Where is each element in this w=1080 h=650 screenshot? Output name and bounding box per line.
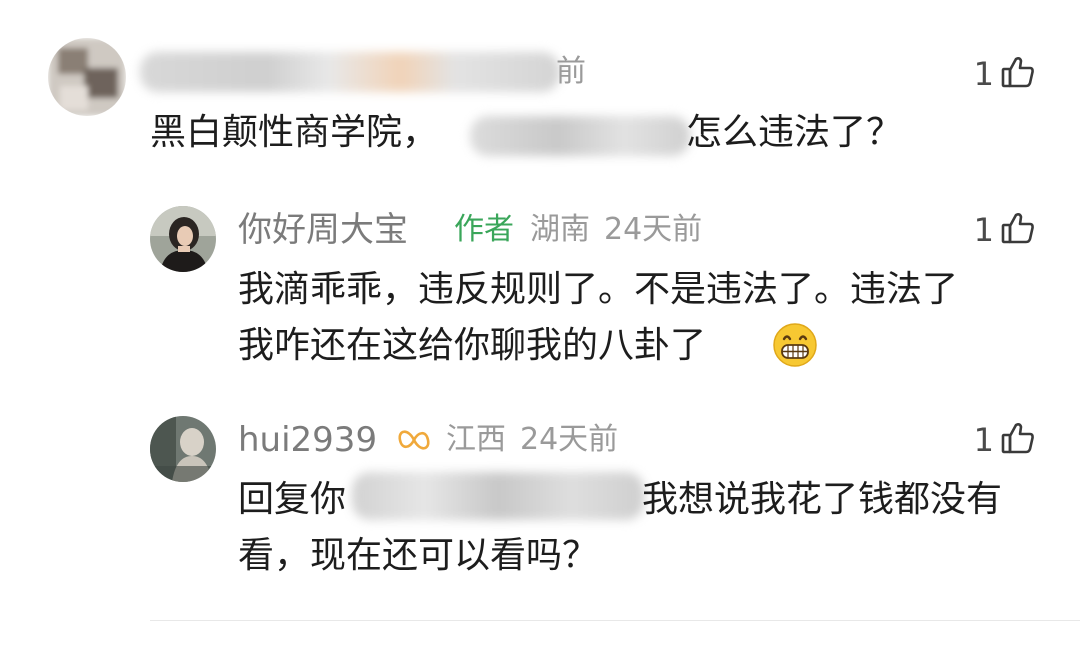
like-button[interactable]: 1	[974, 210, 1036, 250]
avatar[interactable]	[48, 38, 126, 116]
comment-text-continued: 怎么违法了？	[686, 112, 903, 153]
comment-item: 前 1 黑白颠性商学院， 怎么违法了？	[0, 0, 1080, 180]
comment-text-line2: 看，现在还可以看吗？	[238, 535, 599, 576]
divider	[150, 620, 1080, 621]
comment-time: 24天前	[604, 212, 703, 247]
comment-text-continued: 我想说我花了钱都没有	[642, 479, 1003, 520]
author-badge: 作者	[454, 212, 514, 247]
thumbs-up-icon	[1000, 210, 1036, 250]
user-name[interactable]: 你好周大宝	[238, 210, 408, 250]
reply-item: hui2939 江西 24天前 1 回复你 我想说我花了钱都没有 看，现在还可以…	[0, 400, 1080, 610]
comment-text: 回复你	[238, 479, 347, 520]
reply-item: 你好周大宝 作者 湖南 24天前 1 我滴乖乖，违反规则了。不是违法了。违法了 …	[0, 190, 1080, 400]
user-location: 江西	[446, 422, 506, 457]
thumbs-up-icon	[1000, 54, 1036, 94]
redacted-text	[352, 472, 644, 520]
infinity-badge-icon	[394, 424, 434, 456]
user-name[interactable]: hui2939	[238, 420, 377, 460]
comment-time: 前	[556, 54, 586, 89]
comment-thread: 前 1 黑白颠性商学院， 怎么违法了？ 你好周大宝 作者 湖南 24天前 1 我…	[0, 0, 1080, 650]
redacted-name	[140, 52, 560, 92]
comment-text: 我滴乖乖，违反规则了。不是违法了。违法了	[238, 269, 959, 310]
user-location: 湖南	[530, 212, 590, 247]
like-count: 1	[973, 421, 994, 459]
like-count: 1	[973, 211, 994, 249]
comment-time: 24天前	[520, 422, 619, 457]
redacted-text	[470, 116, 690, 156]
avatar[interactable]	[150, 206, 216, 272]
like-button[interactable]: 1	[974, 54, 1036, 94]
like-button[interactable]: 1	[974, 420, 1036, 460]
comment-text-line2: 我咋还在这给你聊我的八卦了	[238, 325, 707, 366]
avatar[interactable]	[150, 416, 216, 482]
comment-text: 黑白颠性商学院，	[150, 112, 439, 153]
grinning-emoji-icon	[772, 322, 818, 368]
thumbs-up-icon	[1000, 420, 1036, 460]
like-count: 1	[973, 55, 994, 93]
